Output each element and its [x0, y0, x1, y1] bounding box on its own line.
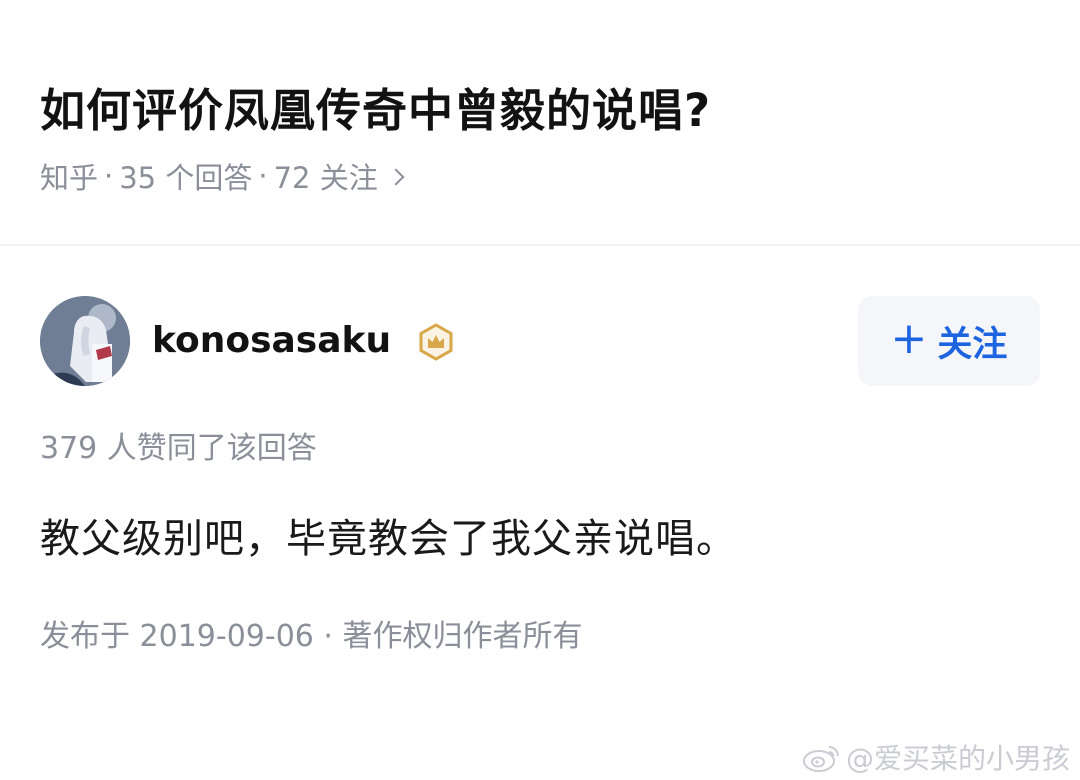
follow-button-label: 关注 — [937, 324, 1008, 365]
question-title[interactable]: 如何评价凤凰传奇中曾毅的说唱? — [40, 74, 711, 139]
author-row: konosasaku + 关注 — [40, 296, 1040, 388]
published-info: 发布于 2019-09-06 · 著作权归作者所有 — [40, 619, 583, 654]
meta-separator: · — [258, 159, 268, 193]
follow-button[interactable]: + 关注 — [858, 296, 1040, 386]
likes-count: 379 人赞同了该回答 — [40, 431, 317, 466]
question-meta[interactable]: 知乎 · 35 个回答 · 72 关注 — [40, 155, 405, 197]
meta-separator: · — [104, 159, 114, 193]
chevron-right-icon — [387, 168, 405, 186]
watermark-text: @爱买菜的小男孩 — [845, 742, 1070, 775]
author-name[interactable]: konosasaku — [152, 320, 391, 361]
watermark: @爱买菜的小男孩 — [802, 737, 1070, 777]
answer-content[interactable]: 教父级别吧，毕竟教会了我父亲说唱。 — [40, 506, 737, 564]
plus-icon: + — [890, 313, 928, 364]
crown-badge-icon — [419, 323, 453, 361]
divider — [0, 244, 1080, 246]
answer-count: 35 个回答 — [119, 161, 253, 195]
follower-count: 72 关注 — [273, 161, 378, 195]
weibo-icon — [802, 746, 839, 772]
avatar[interactable] — [40, 296, 130, 386]
question-source: 知乎 — [40, 161, 99, 195]
avatar-illustration — [40, 296, 130, 386]
